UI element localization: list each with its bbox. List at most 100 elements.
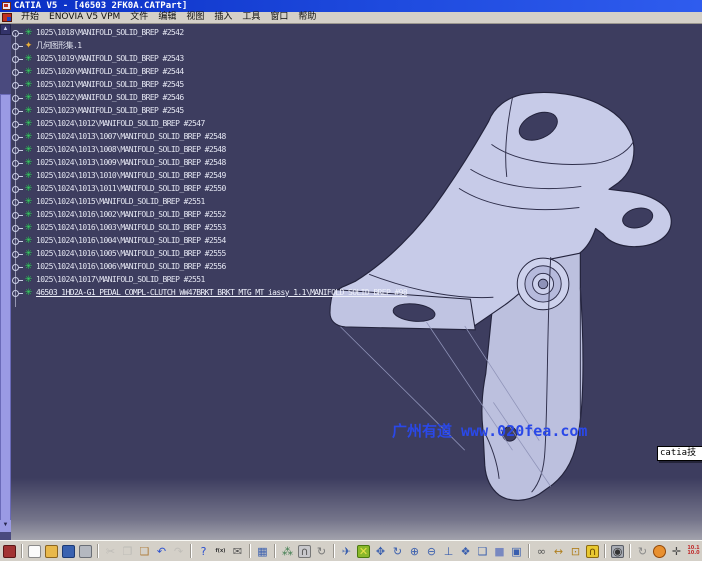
tree-connector[interactable]: [11, 237, 23, 244]
tree-item-19[interactable]: ✳1025\1024\1017\MANIFOLD_SOLID_BREP #255…: [11, 273, 407, 286]
tree-connector[interactable]: [11, 250, 23, 257]
tree-connector[interactable]: [11, 224, 23, 231]
scrollbar-thumb[interactable]: [0, 94, 11, 528]
tree-item-14[interactable]: ✳1025\1024\1016\1002\MANIFOLD_SOLID_BREP…: [11, 208, 407, 221]
zoom-in-icon[interactable]: ⊕: [407, 544, 422, 559]
tree-item-8[interactable]: ✳1025\1024\1013\1007\MANIFOLD_SOLID_BREP…: [11, 130, 407, 143]
tree-item-0[interactable]: ✳1025\1018\MANIFOLD_SOLID_BREP #2542: [11, 26, 407, 39]
menu-item-view[interactable]: 视图: [181, 12, 209, 23]
tree-item-label[interactable]: 1025\1024\1016\1006\MANIFOLD_SOLID_BREP …: [36, 262, 226, 272]
tree-connector[interactable]: [11, 94, 23, 101]
tree-item-label[interactable]: 几何图形集.1: [36, 41, 81, 51]
menu-item-start[interactable]: 开始: [16, 12, 44, 23]
save-icon[interactable]: [62, 545, 75, 558]
tree-connector[interactable]: [11, 198, 23, 205]
tree-item-5[interactable]: ✳1025\1022\MANIFOLD_SOLID_BREP #2546: [11, 91, 407, 104]
tree-item-label[interactable]: 1025\1024\1016\1004\MANIFOLD_SOLID_BREP …: [36, 236, 226, 246]
open-folder-icon[interactable]: [45, 545, 58, 558]
measure-item-icon[interactable]: ⊡: [568, 544, 583, 559]
tree-connector[interactable]: [11, 81, 23, 88]
tree-item-16[interactable]: ✳1025\1024\1016\1004\MANIFOLD_SOLID_BREP…: [11, 234, 407, 247]
menu-item-window[interactable]: 窗口: [265, 12, 293, 23]
tree-item-3[interactable]: ✳1025\1020\MANIFOLD_SOLID_BREP #2544: [11, 65, 407, 78]
tree-item-1[interactable]: ✦几何图形集.1: [11, 39, 407, 52]
lock-part-icon[interactable]: ∩: [586, 545, 599, 558]
headset-icon[interactable]: ∞: [534, 544, 549, 559]
tree-item-label[interactable]: 1025\1022\MANIFOLD_SOLID_BREP #2546: [36, 93, 184, 103]
copy-icon[interactable]: ❐: [120, 544, 135, 559]
tree-item-17[interactable]: ✳1025\1024\1016\1005\MANIFOLD_SOLID_BREP…: [11, 247, 407, 260]
grid-icon[interactable]: ▦: [255, 544, 270, 559]
print-icon[interactable]: [79, 545, 92, 558]
new-document-icon[interactable]: [28, 545, 41, 558]
tree-connector[interactable]: [11, 159, 23, 166]
tree-item-label[interactable]: 1025\1024\1016\1005\MANIFOLD_SOLID_BREP …: [36, 249, 226, 259]
fit-all-icon[interactable]: ✕: [357, 545, 370, 558]
tree-connector[interactable]: [11, 29, 23, 36]
tree-item-label[interactable]: 1025\1024\1012\MANIFOLD_SOLID_BREP #2547: [36, 119, 205, 129]
menu-item-edit[interactable]: 编辑: [153, 12, 181, 23]
whats-this-icon[interactable]: ?: [196, 544, 211, 559]
tree-item-label[interactable]: 1025\1021\MANIFOLD_SOLID_BREP #2545: [36, 80, 184, 90]
render-style-icon[interactable]: ▣: [509, 544, 524, 559]
tree-connector[interactable]: [11, 133, 23, 140]
tree-item-label[interactable]: 1025\1019\MANIFOLD_SOLID_BREP #2543: [36, 54, 184, 64]
shaded-view-icon[interactable]: ■: [492, 544, 507, 559]
tree-item-6[interactable]: ✳1025\1023\MANIFOLD_SOLID_BREP #2545: [11, 104, 407, 117]
tree-item-label[interactable]: 1025\1020\MANIFOLD_SOLID_BREP #2544: [36, 67, 184, 77]
tree-item-label[interactable]: 1025\1024\1015\MANIFOLD_SOLID_BREP #2551: [36, 197, 205, 207]
tree-connector[interactable]: [11, 185, 23, 192]
tree-connector[interactable]: [11, 68, 23, 75]
tree-connector[interactable]: [11, 211, 23, 218]
tree-connector[interactable]: [11, 120, 23, 127]
pan-icon[interactable]: ✥: [373, 544, 388, 559]
tree-scrollbar[interactable]: ▲ ▼: [0, 24, 11, 540]
tree-item-7[interactable]: ✳1025\1024\1012\MANIFOLD_SOLID_BREP #254…: [11, 117, 407, 130]
menu-item-help[interactable]: 帮助: [293, 12, 321, 23]
lock-icon[interactable]: ∩: [298, 545, 311, 558]
undo-icon[interactable]: ↶: [154, 544, 169, 559]
tree-item-label[interactable]: 1025\1024\1016\1002\MANIFOLD_SOLID_BREP …: [36, 210, 226, 220]
tree-item-label[interactable]: 1025\1023\MANIFOLD_SOLID_BREP #2545: [36, 106, 184, 116]
tree-item-4[interactable]: ✳1025\1021\MANIFOLD_SOLID_BREP #2545: [11, 78, 407, 91]
cut-icon[interactable]: ✂: [103, 544, 118, 559]
tree-connector[interactable]: [11, 42, 23, 49]
iso-view-icon[interactable]: ❑: [475, 544, 490, 559]
tree-item-label[interactable]: 1025\1024\1017\MANIFOLD_SOLID_BREP #2551: [36, 275, 205, 285]
tree-item-13[interactable]: ✳1025\1024\1015\MANIFOLD_SOLID_BREP #255…: [11, 195, 407, 208]
tree-item-9[interactable]: ✳1025\1024\1013\1008\MANIFOLD_SOLID_BREP…: [11, 143, 407, 156]
update-icon[interactable]: ↻: [314, 544, 329, 559]
tree-connector[interactable]: [11, 107, 23, 114]
tree-item-10[interactable]: ✳1025\1024\1013\1009\MANIFOLD_SOLID_BREP…: [11, 156, 407, 169]
tree-item-label[interactable]: 1025\1024\1013\1007\MANIFOLD_SOLID_BREP …: [36, 132, 226, 142]
chat-icon[interactable]: ✉: [230, 544, 245, 559]
rotate-icon[interactable]: ↻: [390, 544, 405, 559]
tree-item-label[interactable]: 46503 1HD2A-G1 PEDAL COMPL-CLUTCH WW47BR…: [36, 288, 407, 298]
tree-item-12[interactable]: ✳1025\1024\1013\1011\MANIFOLD_SOLID_BREP…: [11, 182, 407, 195]
tree-connector[interactable]: [11, 172, 23, 179]
tree-item-label[interactable]: 1025\1024\1013\1010\MANIFOLD_SOLID_BREP …: [36, 171, 226, 181]
menu-item-file[interactable]: 文件: [125, 12, 153, 23]
tree-connector[interactable]: [11, 55, 23, 62]
tree-item-20[interactable]: ✳46503 1HD2A-G1 PEDAL COMPL-CLUTCH WW47B…: [11, 286, 407, 299]
tree-item-11[interactable]: ✳1025\1024\1013\1010\MANIFOLD_SOLID_BREP…: [11, 169, 407, 182]
tree-connector[interactable]: [11, 276, 23, 283]
scrollbar-down-arrow[interactable]: ▼: [0, 520, 11, 532]
refresh-icon[interactable]: ↻: [635, 544, 650, 559]
tree-structure-icon[interactable]: ⁂: [280, 544, 295, 559]
paste-icon[interactable]: ❑: [137, 544, 152, 559]
fx-icon[interactable]: f(x): [213, 544, 228, 559]
tree-item-label[interactable]: 1025\1024\1013\1011\MANIFOLD_SOLID_BREP …: [36, 184, 226, 194]
tree-item-label[interactable]: 1025\1024\1013\1008\MANIFOLD_SOLID_BREP …: [36, 145, 226, 155]
measure-between-icon[interactable]: ↔: [551, 544, 566, 559]
tree-connector[interactable]: [11, 289, 23, 296]
camera-icon[interactable]: ◉: [611, 545, 624, 558]
tree-connector[interactable]: [11, 263, 23, 270]
window-corner-icon[interactable]: [3, 545, 16, 558]
tree-item-label[interactable]: 1025\1024\1013\1009\MANIFOLD_SOLID_BREP …: [36, 158, 226, 168]
axis-icon[interactable]: ✛: [669, 544, 684, 559]
multi-view-icon[interactable]: ❖: [458, 544, 473, 559]
menu-item-insert[interactable]: 插入: [209, 12, 237, 23]
scrollbar-up-arrow[interactable]: ▲: [0, 24, 11, 35]
clock-icon[interactable]: [653, 545, 666, 558]
